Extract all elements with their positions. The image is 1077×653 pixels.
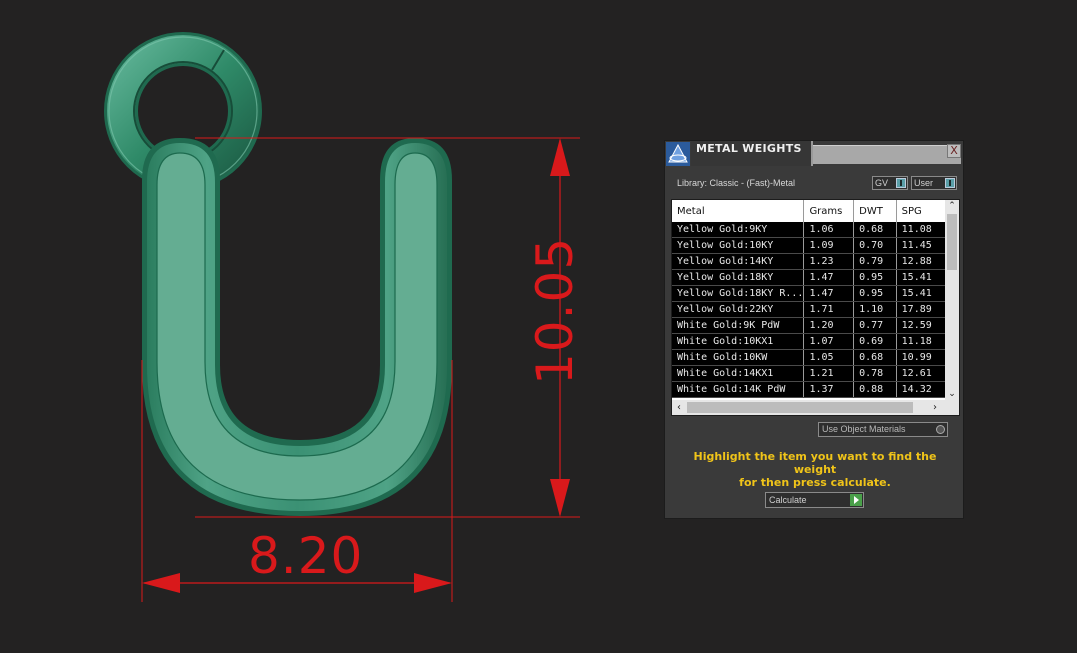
cell-dwt[interactable]: 0.77 bbox=[853, 317, 897, 334]
close-button[interactable]: X bbox=[947, 144, 961, 158]
horizontal-scroll-thumb[interactable] bbox=[687, 402, 913, 413]
table-row[interactable]: Yellow Gold:14KY 1.23 0.79 12.88 bbox=[672, 253, 947, 270]
metal-weights-panel: METAL WEIGHTS X Library: Classic - (Fast… bbox=[664, 140, 964, 519]
cell-metal[interactable]: White Gold:10KX1 bbox=[672, 333, 805, 350]
weights-grid: Metal Grams DWT SPG Yellow Gold:9KY 1.06 0… bbox=[672, 200, 947, 398]
table-viewport[interactable]: Metal Grams DWT SPG Yellow Gold:9KY 1.06 0… bbox=[672, 200, 947, 400]
cell-metal[interactable]: White Gold:9K PdW bbox=[672, 317, 805, 334]
cell-dwt[interactable]: 0.79 bbox=[853, 253, 897, 270]
play-arrow-icon bbox=[850, 494, 862, 506]
cell-spg[interactable]: 15.41 bbox=[896, 285, 947, 302]
cell-spg[interactable]: 11.08 bbox=[896, 222, 947, 238]
height-dimension-label: 10.05 bbox=[526, 236, 584, 385]
instruction-line-1: Highlight the item you want to find the … bbox=[693, 450, 937, 476]
table-row[interactable]: Yellow Gold:9KY 1.06 0.68 11.08 bbox=[672, 222, 947, 238]
vertical-scrollbar[interactable]: ⌃ ⌄ bbox=[945, 200, 959, 400]
cell-dwt[interactable]: 1.10 bbox=[853, 301, 897, 318]
cell-grams[interactable]: 1.20 bbox=[803, 317, 855, 334]
cell-spg[interactable]: 15.41 bbox=[896, 269, 947, 286]
metal-weights-table[interactable]: Metal Grams DWT SPG Yellow Gold:9KY 1.06 0… bbox=[671, 199, 960, 416]
scroll-right-icon[interactable]: › bbox=[928, 400, 942, 415]
cell-dwt[interactable]: 0.88 bbox=[853, 381, 897, 398]
cell-metal[interactable]: White Gold:14KX1 bbox=[672, 365, 805, 382]
cell-grams[interactable]: 1.23 bbox=[803, 253, 855, 270]
cell-dwt[interactable]: 0.95 bbox=[853, 269, 897, 286]
cell-spg[interactable]: 12.88 bbox=[896, 253, 947, 270]
table-row[interactable]: Yellow Gold:18KY R... 1.47 0.95 15.41 bbox=[672, 285, 947, 302]
cell-grams[interactable]: 1.07 bbox=[803, 333, 855, 350]
table-body: Yellow Gold:9KY 1.06 0.68 11.08 Yellow Gold:… bbox=[672, 222, 947, 398]
titlebar-drag-strip[interactable] bbox=[813, 145, 961, 164]
table-row[interactable]: White Gold:9K PdW 1.20 0.77 12.59 bbox=[672, 317, 947, 334]
cell-grams[interactable]: 1.37 bbox=[803, 381, 855, 398]
panel-title-tab[interactable]: METAL WEIGHTS bbox=[691, 141, 813, 166]
vertical-scroll-thumb[interactable] bbox=[947, 214, 957, 270]
cell-metal[interactable]: White Gold:14K PdW bbox=[672, 381, 805, 398]
horizontal-scrollbar[interactable]: ‹ › bbox=[672, 400, 959, 415]
cell-metal[interactable]: Yellow Gold:18KY bbox=[672, 269, 805, 286]
cell-spg[interactable]: 12.59 bbox=[896, 317, 947, 334]
cell-spg[interactable]: 14.32 bbox=[896, 381, 947, 398]
toggle-switch-icon bbox=[945, 178, 955, 188]
cell-spg[interactable]: 11.18 bbox=[896, 333, 947, 350]
scroll-down-icon[interactable]: ⌄ bbox=[945, 388, 959, 400]
cell-spg[interactable]: 11.45 bbox=[896, 237, 947, 254]
gv-toggle[interactable]: GV bbox=[872, 176, 908, 190]
cell-metal[interactable]: Yellow Gold:9KY bbox=[672, 222, 805, 238]
radio-icon[interactable] bbox=[936, 425, 945, 434]
cell-grams[interactable]: 1.05 bbox=[803, 349, 855, 366]
column-header-metal[interactable]: Metal bbox=[672, 200, 805, 222]
cell-dwt[interactable]: 0.68 bbox=[853, 222, 897, 238]
table-header-row: Metal Grams DWT SPG bbox=[672, 200, 947, 222]
panel-titlebar[interactable]: METAL WEIGHTS X bbox=[665, 141, 963, 166]
cell-spg[interactable]: 12.61 bbox=[896, 365, 947, 382]
scroll-left-icon[interactable]: ‹ bbox=[672, 400, 686, 415]
instruction-line-2: for then press calculate. bbox=[739, 476, 891, 489]
letter-u-pendant bbox=[142, 138, 452, 516]
cell-spg[interactable]: 10.99 bbox=[896, 349, 947, 366]
cell-metal[interactable]: Yellow Gold:14KY bbox=[672, 253, 805, 270]
table-row[interactable]: Yellow Gold:22KY 1.71 1.10 17.89 bbox=[672, 301, 947, 318]
cell-metal[interactable]: Yellow Gold:18KY R... bbox=[672, 285, 805, 302]
table-row[interactable]: Yellow Gold:10KY 1.09 0.70 11.45 bbox=[672, 237, 947, 254]
table-row[interactable]: White Gold:14KX1 1.21 0.78 12.61 bbox=[672, 365, 947, 382]
toggle-switch-icon bbox=[896, 178, 906, 188]
table-row[interactable]: Yellow Gold:18KY 1.47 0.95 15.41 bbox=[672, 269, 947, 286]
panel-title: METAL WEIGHTS bbox=[696, 142, 802, 155]
table-row[interactable]: White Gold:14K PdW 1.37 0.88 14.32 bbox=[672, 381, 947, 398]
column-header-spg[interactable]: SPG bbox=[896, 200, 947, 222]
cell-grams[interactable]: 1.47 bbox=[803, 285, 855, 302]
cell-dwt[interactable]: 0.95 bbox=[853, 285, 897, 302]
cell-metal[interactable]: Yellow Gold:10KY bbox=[672, 237, 805, 254]
calculate-button[interactable]: Calculate bbox=[765, 492, 864, 508]
use-object-materials-label: Use Object Materials bbox=[822, 424, 906, 434]
cell-metal[interactable]: Yellow Gold:22KY bbox=[672, 301, 805, 318]
calculate-label: Calculate bbox=[769, 495, 807, 505]
user-toggle[interactable]: User bbox=[911, 176, 957, 190]
cell-dwt[interactable]: 0.78 bbox=[853, 365, 897, 382]
width-dimension-label: 8.20 bbox=[248, 527, 364, 585]
column-header-grams[interactable]: Grams bbox=[803, 200, 855, 222]
rhino-logo-icon bbox=[666, 142, 690, 166]
table-row[interactable]: White Gold:10KW 1.05 0.68 10.99 bbox=[672, 349, 947, 366]
cell-grams[interactable]: 1.09 bbox=[803, 237, 855, 254]
column-header-dwt[interactable]: DWT bbox=[853, 200, 897, 222]
scroll-up-icon[interactable]: ⌃ bbox=[945, 200, 959, 212]
cell-grams[interactable]: 1.06 bbox=[803, 222, 855, 238]
cell-dwt[interactable]: 0.69 bbox=[853, 333, 897, 350]
cell-grams[interactable]: 1.47 bbox=[803, 269, 855, 286]
table-row[interactable]: White Gold:10KX1 1.07 0.69 11.18 bbox=[672, 333, 947, 350]
cell-dwt[interactable]: 0.68 bbox=[853, 349, 897, 366]
user-toggle-label: User bbox=[914, 178, 934, 188]
use-object-materials-option[interactable]: Use Object Materials bbox=[818, 422, 948, 437]
cell-grams[interactable]: 1.21 bbox=[803, 365, 855, 382]
instruction-text: Highlight the item you want to find the … bbox=[675, 450, 955, 489]
cell-dwt[interactable]: 0.70 bbox=[853, 237, 897, 254]
cell-spg[interactable]: 17.89 bbox=[896, 301, 947, 318]
gv-toggle-label: GV bbox=[875, 178, 889, 188]
library-label: Library: Classic - (Fast)-Metal bbox=[677, 178, 796, 188]
cell-metal[interactable]: White Gold:10KW bbox=[672, 349, 805, 366]
cell-grams[interactable]: 1.71 bbox=[803, 301, 855, 318]
